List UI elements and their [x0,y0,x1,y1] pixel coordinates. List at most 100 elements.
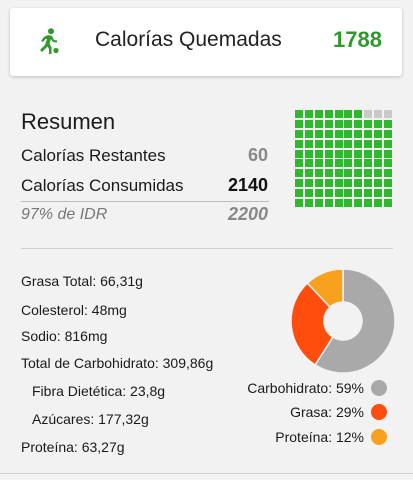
waffle-cell-empty [364,110,373,118]
consumed-calories-label: Calorías Consumidas [21,176,184,195]
summary-title: Resumen [21,109,116,134]
rdi-waffle-grid [295,110,393,208]
waffle-cell-filled [354,159,363,168]
waffle-cell-filled [295,139,303,148]
waffle-cell-filled [384,139,393,148]
waffle-cell-filled [295,110,303,118]
waffle-cell-filled [314,110,323,118]
nutrient-carbs: Total de Carbohidrato: 309,86g [21,355,214,371]
waffle-cell-filled [304,159,313,168]
waffle-cell-filled [304,139,313,148]
waffle-cell-filled [304,179,313,188]
legend-fat-label: Grasa: 29% [290,404,364,420]
waffle-cell-filled [334,159,343,168]
legend-protein: Proteína: 12% [275,429,387,445]
legend-carbs-dot [371,380,387,396]
waffle-cell-filled [314,169,323,178]
waffle-cell-filled [384,169,393,178]
donut-hole [324,302,362,340]
waffle-cell-filled [354,129,363,138]
waffle-cell-filled [374,169,383,178]
waffle-cell-filled [364,179,373,188]
waffle-cell-filled [304,129,313,138]
waffle-cell-filled [354,189,363,198]
waffle-cell-filled [344,169,353,178]
bottom-divider [0,473,413,474]
waffle-cell-filled [314,139,323,148]
waffle-cell-filled [374,139,383,148]
waffle-cell-filled [295,159,303,168]
waffle-cell-filled [354,139,363,148]
waffle-cell-filled [334,189,343,198]
waffle-cell-filled [324,139,333,148]
calories-burned-card[interactable]: Calorías Quemadas 1788 [10,8,402,76]
waffle-cell-filled [295,149,303,158]
waffle-cell-filled [344,179,353,188]
waffle-cell-filled [324,149,333,158]
waffle-cell-filled [344,110,353,118]
waffle-cell-filled [324,169,333,178]
waffle-cell-filled [344,129,353,138]
consumed-calories-value: 2140 [227,175,268,195]
waffle-cell-filled [334,179,343,188]
waffle-cell-filled [384,119,393,128]
legend-protein-label: Proteína: 12% [275,429,364,445]
waffle-cell-filled [374,149,383,158]
waffle-cell-filled [374,199,383,208]
nutrient-fiber: Fibra Dietética: 23,8g [32,383,166,399]
legend-carbs-label: Carbohidrato: 59% [247,380,364,396]
macro-donut-chart [290,268,396,374]
waffle-cell-filled [334,199,343,208]
legend-protein-dot [371,429,387,445]
waffle-cell-filled [364,199,373,208]
waffle-cell-filled [304,149,313,158]
waffle-cell-filled [364,119,373,128]
waffle-cell-filled [344,199,353,208]
nutrient-sugars: Azúcares: 177,32g [32,411,149,427]
waffle-cell-filled [364,189,373,198]
waffle-cell-filled [334,139,343,148]
waffle-cell-filled [314,119,323,128]
waffle-cell-filled [374,179,383,188]
waffle-cell-filled [384,159,393,168]
nutrient-cholesterol: Colesterol: 48mg [21,302,127,318]
legend-fat: Grasa: 29% [290,404,387,420]
rdi-percent-label: 97% de IDR [21,206,108,223]
waffle-cell-filled [354,110,363,118]
waffle-cell-filled [324,110,333,118]
waffle-cell-filled [314,189,323,198]
waffle-cell-filled [354,199,363,208]
waffle-cell-empty [384,110,393,118]
waffle-cell-filled [304,199,313,208]
waffle-cell-filled [324,189,333,198]
waffle-cell-filled [364,139,373,148]
waffle-cell-filled [324,129,333,138]
waffle-cell-filled [334,129,343,138]
remaining-calories-label: Calorías Restantes [21,146,166,165]
waffle-cell-filled [354,169,363,178]
waffle-cell-filled [324,119,333,128]
section-divider [21,248,393,249]
waffle-cell-filled [344,139,353,148]
waffle-cell-filled [354,119,363,128]
waffle-cell-filled [295,169,303,178]
calories-burned-value: 1788 [333,27,382,52]
nutrient-protein: Proteína: 63,27g [21,439,125,455]
waffle-cell-filled [354,149,363,158]
waffle-cell-filled [304,119,313,128]
waffle-cell-filled [314,159,323,168]
waffle-cell-filled [334,119,343,128]
waffle-cell-filled [384,199,393,208]
waffle-cell-filled [364,149,373,158]
waffle-cell-filled [384,189,393,198]
calories-burned-label: Calorías Quemadas [95,28,282,51]
waffle-cell-filled [374,119,383,128]
waffle-cell-filled [295,179,303,188]
waffle-cell-filled [295,199,303,208]
waffle-cell-filled [384,149,393,158]
waffle-cell-filled [364,129,373,138]
waffle-cell-filled [344,119,353,128]
waffle-cell-filled [334,149,343,158]
waffle-cell-filled [374,129,383,138]
waffle-cell-empty [374,110,383,118]
